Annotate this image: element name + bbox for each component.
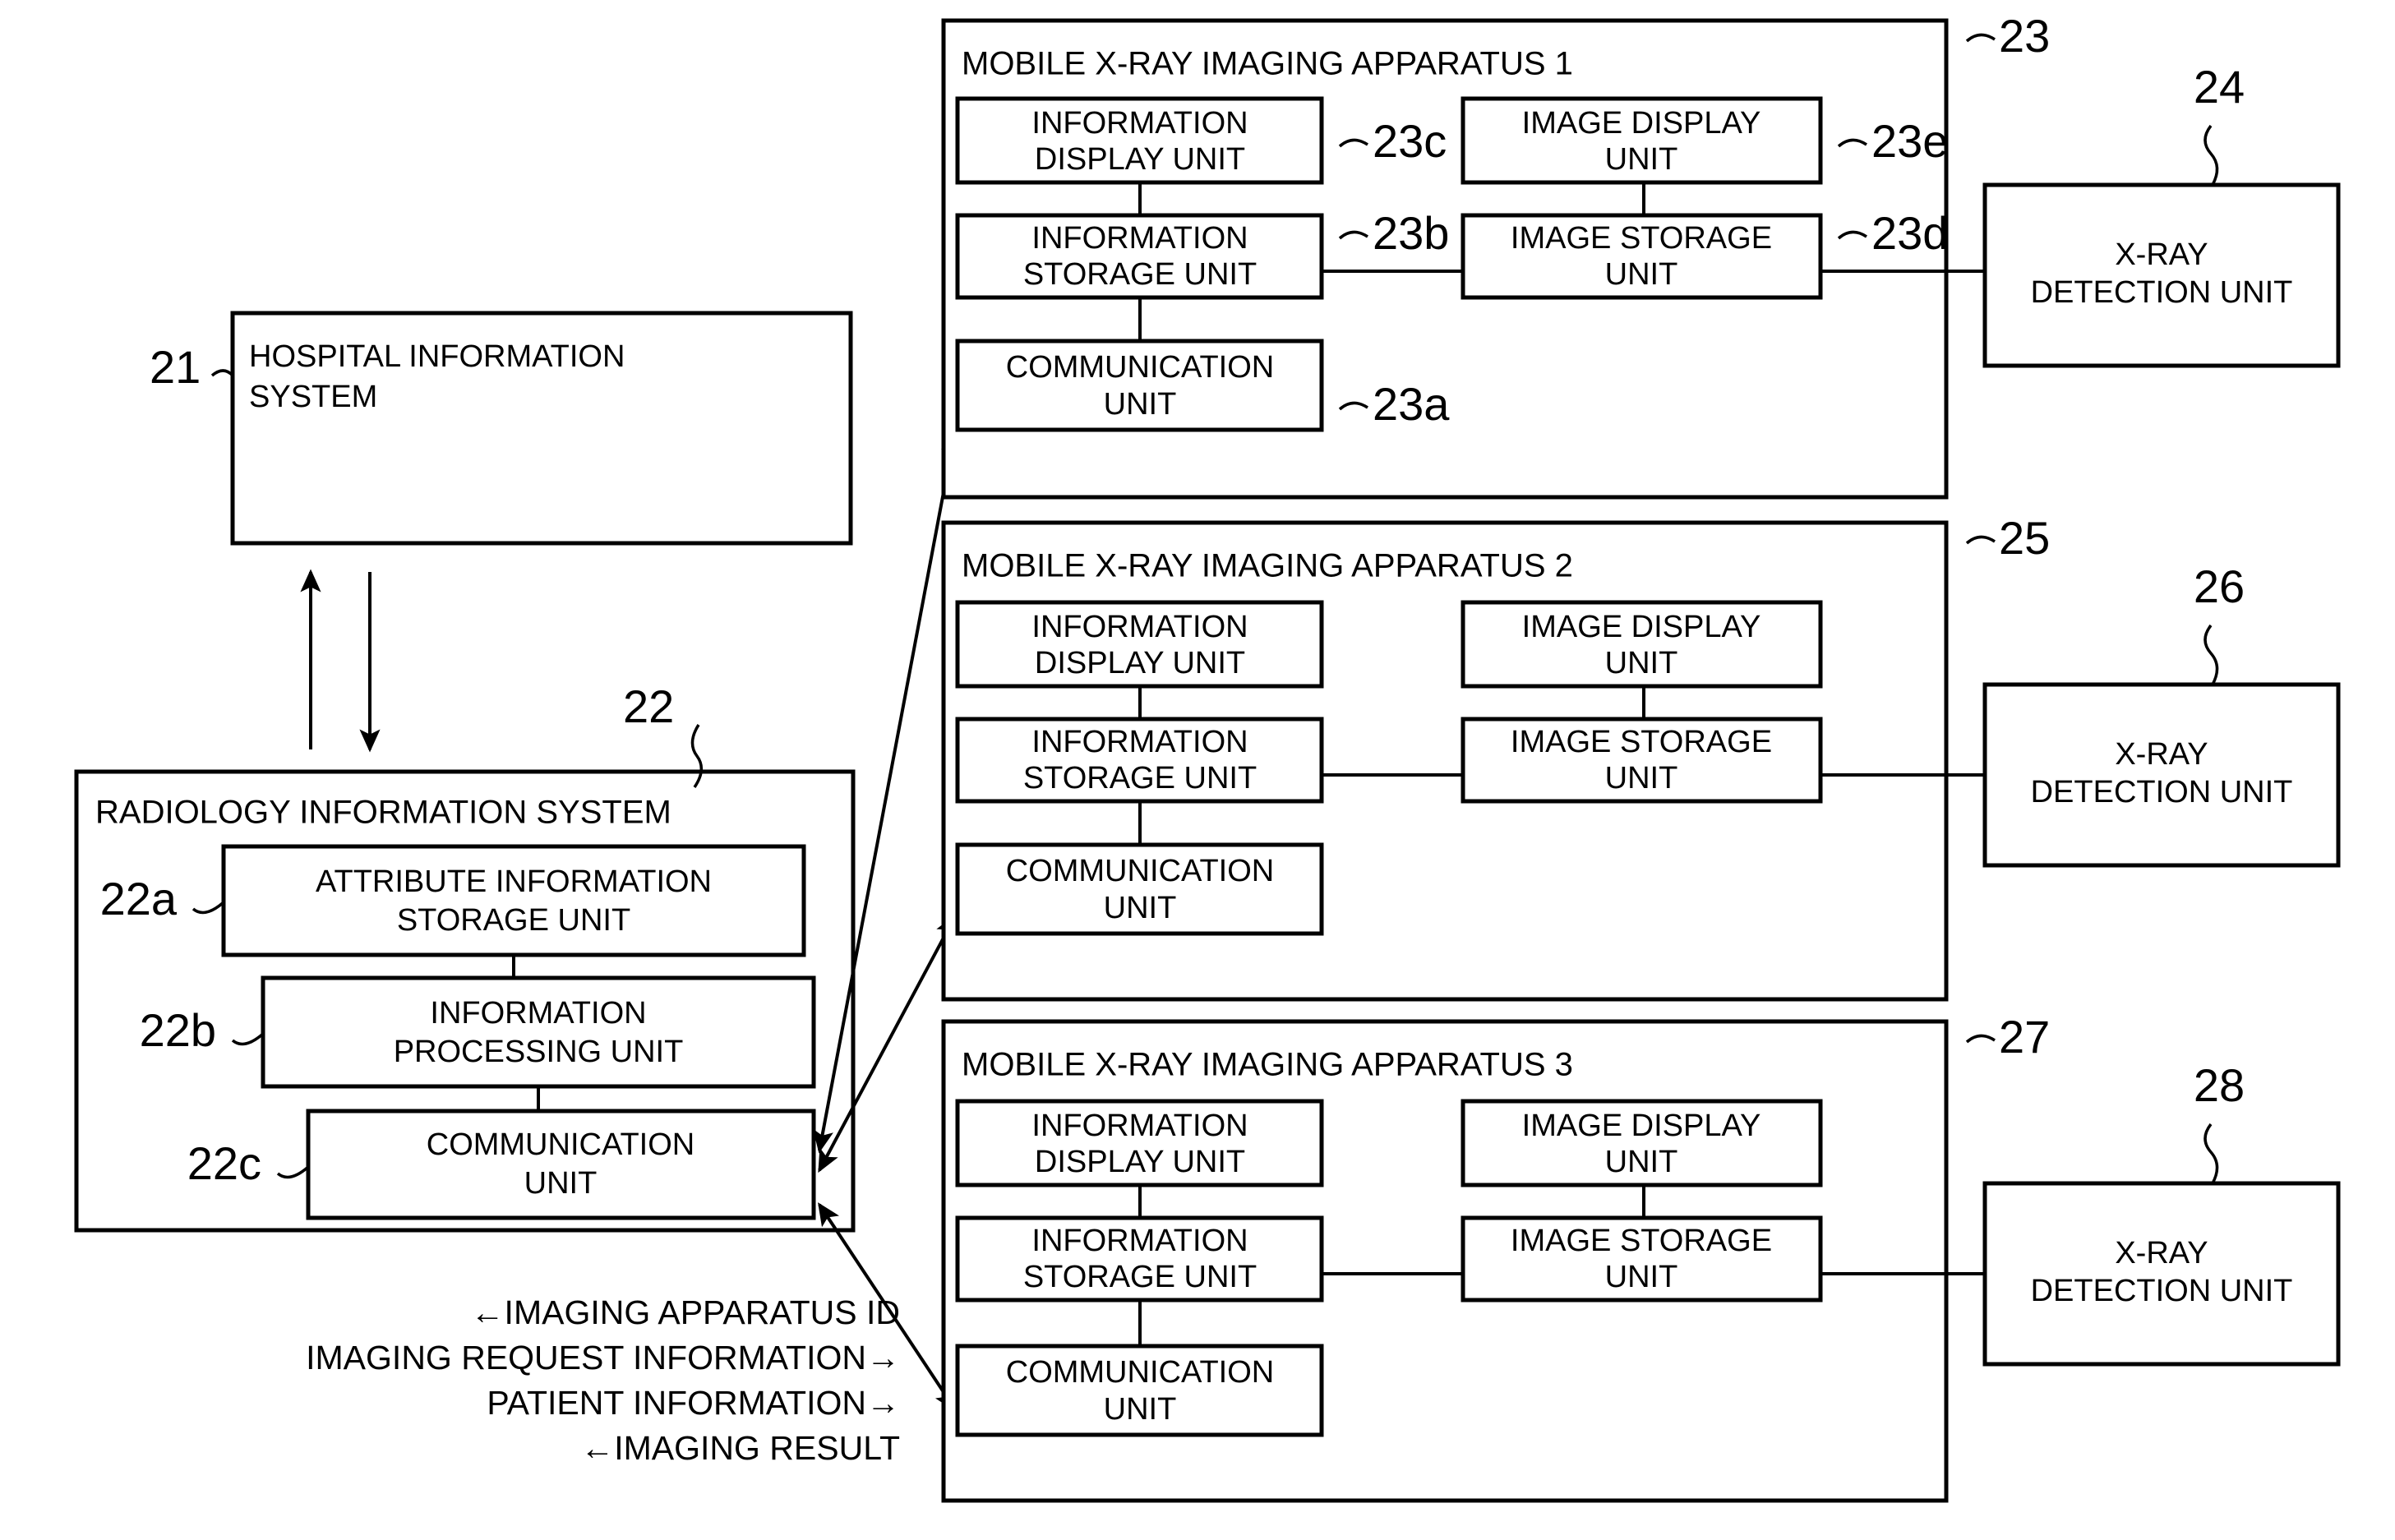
apparatus-2-title: MOBILE X-RAY IMAGING APPARATUS 2 xyxy=(962,548,1573,584)
a2-unit-3-line1: IMAGE STORAGE xyxy=(1511,725,1772,759)
ref-22c: 22c xyxy=(187,1137,261,1189)
a3-unit-4-line2: UNIT xyxy=(1104,1392,1177,1427)
a2-unit-2-line2: STORAGE UNIT xyxy=(1023,761,1257,795)
his-label-line2: SYSTEM xyxy=(249,380,377,414)
det-0-line2: DETECTION UNIT xyxy=(2031,275,2293,310)
ref-25-leader xyxy=(1965,535,1996,545)
apparatus-1-panel: MOBILE X-RAY IMAGING APPARATUS 1 23 INFO… xyxy=(941,10,2050,500)
legend-line-2: PATIENT INFORMATION→ xyxy=(487,1384,900,1422)
ref-26: 26 xyxy=(2194,560,2245,612)
legend: ←IMAGING APPARATUS ID IMAGING REQUEST IN… xyxy=(306,1293,900,1467)
ris-unit-2-line2: UNIT xyxy=(524,1166,598,1201)
a3-unit-4-line1: COMMUNICATION xyxy=(1006,1355,1275,1390)
ref-23e: 23e xyxy=(1871,115,1948,167)
ref-23a: 23a xyxy=(1373,378,1450,430)
ris-unit-1-line1: INFORMATION xyxy=(430,996,646,1031)
ref-28: 28 xyxy=(2194,1059,2245,1111)
ref-23-leader xyxy=(1965,33,1996,43)
a1-unit-4-line2: UNIT xyxy=(1104,387,1177,422)
a3-unit-0-line1: INFORMATION xyxy=(1031,1109,1248,1143)
ref-22: 22 xyxy=(623,680,674,732)
ref-26-leader xyxy=(2203,624,2219,685)
ref-28-leader xyxy=(2203,1123,2219,1184)
a2-unit-3-line2: UNIT xyxy=(1605,761,1678,795)
ref-25: 25 xyxy=(1999,512,2050,564)
detector-24: X-RAY DETECTION UNIT 24 xyxy=(1982,61,2341,368)
apparatus-3-panel: MOBILE X-RAY IMAGING APPARATUS 3 27 INFO… xyxy=(941,1011,2050,1503)
a2-unit-4-line1: COMMUNICATION xyxy=(1006,854,1275,888)
detector-26: X-RAY DETECTION UNIT 26 xyxy=(1982,560,2341,868)
ref-22b: 22b xyxy=(140,1004,216,1056)
ref-24-leader xyxy=(2203,124,2219,186)
ref-27: 27 xyxy=(1999,1011,2050,1063)
a1-unit-0-line2: DISPLAY UNIT xyxy=(1035,142,1245,177)
det-1-line2: DETECTION UNIT xyxy=(2031,775,2293,809)
a2-unit-1-line2: UNIT xyxy=(1605,646,1678,680)
a3-unit-3-line1: IMAGE STORAGE xyxy=(1511,1224,1772,1258)
ref-22a: 22a xyxy=(100,873,178,924)
ref-24: 24 xyxy=(2194,61,2245,113)
a1-unit-1-line2: UNIT xyxy=(1605,142,1678,177)
ref-21-leader xyxy=(210,369,234,377)
apparatus-3-title: MOBILE X-RAY IMAGING APPARATUS 3 xyxy=(962,1047,1573,1083)
a3-unit-2-line2: STORAGE UNIT xyxy=(1023,1260,1257,1294)
a2-unit-4-line2: UNIT xyxy=(1104,891,1177,925)
patent-figure: HOSPITAL INFORMATION SYSTEM 21 RADIOLOGY… xyxy=(0,0,2395,1540)
legend-line-0: ←IMAGING APPARATUS ID xyxy=(471,1293,900,1331)
detector-28: X-RAY DETECTION UNIT 28 xyxy=(1982,1059,2341,1367)
ref-23: 23 xyxy=(1999,10,2050,62)
ris-information-processing-unit xyxy=(261,975,816,1089)
a3-unit-3-line2: UNIT xyxy=(1605,1260,1678,1294)
a2-unit-0-line1: INFORMATION xyxy=(1031,610,1248,644)
his-label-line1: HOSPITAL INFORMATION xyxy=(249,339,625,374)
a2-unit-1-line1: IMAGE DISPLAY xyxy=(1522,610,1761,644)
legend-line-3: ←IMAGING RESULT xyxy=(580,1429,900,1467)
a3-unit-1-line1: IMAGE DISPLAY xyxy=(1522,1109,1761,1143)
his-ris-link xyxy=(300,569,381,753)
ris-unit-2-line1: COMMUNICATION xyxy=(427,1127,695,1162)
apparatus-2-panel: MOBILE X-RAY IMAGING APPARATUS 2 25 INFO… xyxy=(941,512,2050,1002)
a1-unit-4-line1: COMMUNICATION xyxy=(1006,350,1275,385)
a1-unit-1-line1: IMAGE DISPLAY xyxy=(1522,106,1761,141)
a1-unit-3-line1: IMAGE STORAGE xyxy=(1511,221,1772,256)
radiology-information-system-block: RADIOLOGY INFORMATION SYSTEM 22 ATTRIBUT… xyxy=(74,680,856,1233)
a3-unit-1-line2: UNIT xyxy=(1605,1145,1678,1179)
ris-unit-0-line2: STORAGE UNIT xyxy=(397,903,630,938)
ref-23b: 23b xyxy=(1373,207,1449,259)
a1-unit-2-line1: INFORMATION xyxy=(1031,221,1248,256)
ref-23c: 23c xyxy=(1373,115,1447,167)
ris-unit-0-line1: ATTRIBUTE INFORMATION xyxy=(316,865,712,899)
hospital-information-system-block: HOSPITAL INFORMATION SYSTEM 21 xyxy=(150,311,853,546)
ris-title: RADIOLOGY INFORMATION SYSTEM xyxy=(95,795,671,831)
a2-unit-2-line1: INFORMATION xyxy=(1031,725,1248,759)
ref-23d: 23d xyxy=(1871,207,1948,259)
a1-unit-0-line1: INFORMATION xyxy=(1031,106,1248,141)
a3-unit-2-line1: INFORMATION xyxy=(1031,1224,1248,1258)
ref-27-leader xyxy=(1965,1034,1996,1044)
a1-unit-2-line2: STORAGE UNIT xyxy=(1023,257,1257,292)
apparatus-1-title: MOBILE X-RAY IMAGING APPARATUS 1 xyxy=(962,46,1573,82)
ris-unit-1-line2: PROCESSING UNIT xyxy=(394,1035,684,1069)
det-0-line1: X-RAY xyxy=(2115,237,2208,272)
a1-unit-3-line2: UNIT xyxy=(1605,257,1678,292)
a2-unit-0-line2: DISPLAY UNIT xyxy=(1035,646,1245,680)
ris-attribute-information-storage-unit xyxy=(221,844,806,957)
ref-21: 21 xyxy=(150,341,201,393)
legend-line-1: IMAGING REQUEST INFORMATION→ xyxy=(306,1339,900,1376)
det-1-line1: X-RAY xyxy=(2115,737,2208,772)
a3-unit-0-line2: DISPLAY UNIT xyxy=(1035,1145,1245,1179)
det-2-line2: DETECTION UNIT xyxy=(2031,1274,2293,1308)
det-2-line1: X-RAY xyxy=(2115,1236,2208,1270)
